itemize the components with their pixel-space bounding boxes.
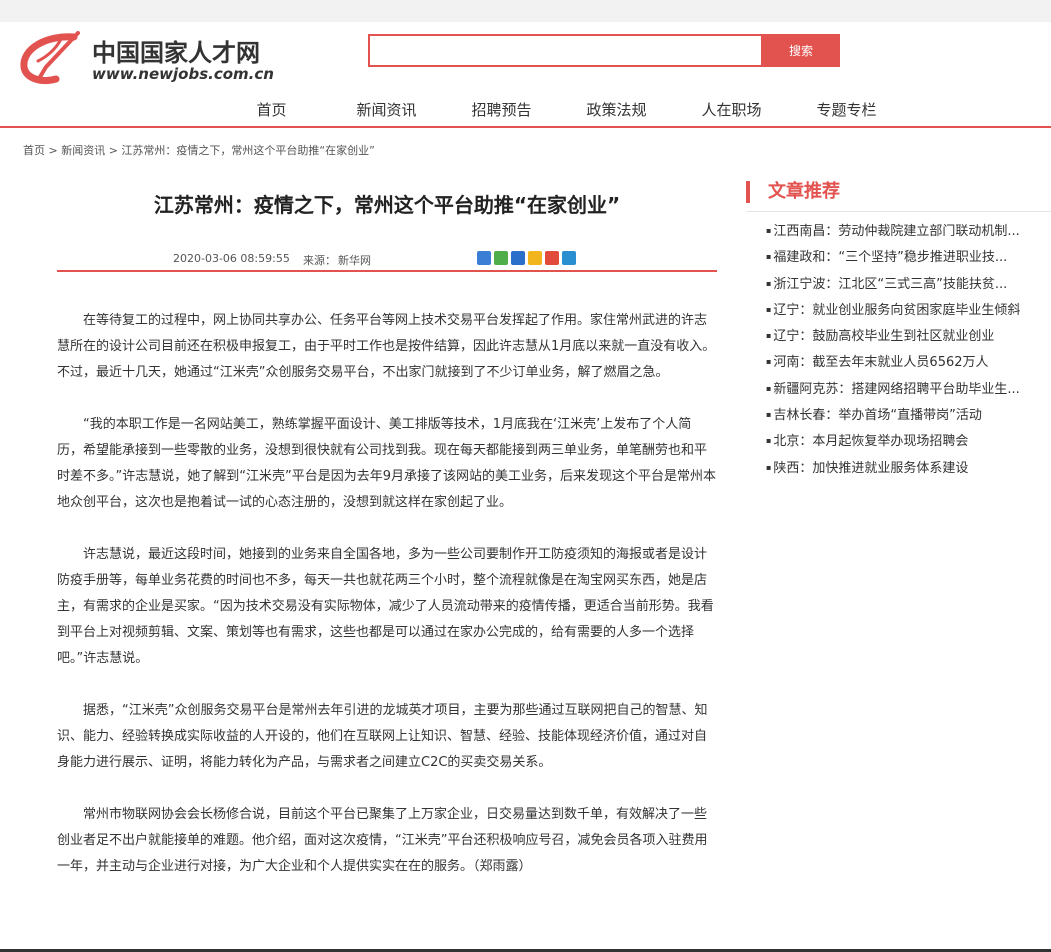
recommended-link[interactable]: 陕西：加快推进就业服务体系建设 [766,455,1031,481]
nav-divider [0,126,1051,128]
nav-item-home[interactable]: 首页 [214,96,329,124]
breadcrumb[interactable]: 首页 > 新闻资讯 > 江苏常州：疫情之下，常州这个平台助推“在家创业” [23,142,375,158]
article-paragraph: 在等待复工的过程中，网上协同共享办公、任务平台等网上技术交易平台发挥起了作用。家… [57,313,716,380]
article-paragraph: 据悉，“江米壳”众创服务交易平台是常州去年引进的龙城英才项目，主要为那些通过互联… [57,703,708,770]
recommended-list: 江西南昌：劳动仲裁院建立部门联动机制... 福建政和：“三个坚持”稳步推进职业技… [766,218,1031,481]
nav-item-news[interactable]: 新闻资讯 [329,96,444,124]
recommended-link[interactable]: 福建政和：“三个坚持”稳步推进职业技... [766,244,1031,270]
logo-url: www.newjobs.com.cn [92,65,274,83]
recommended-link[interactable]: 辽宁：就业创业服务向贫困家庭毕业生倾斜 [766,297,1031,323]
article-divider [57,270,717,272]
site-logo[interactable]: 中国国家人才网 www.newjobs.com.cn [16,27,286,87]
recommended-link[interactable]: 新疆阿克苏：搭建网络招聘平台助毕业生... [766,376,1031,402]
share-qzone-icon[interactable] [528,251,542,265]
search-input[interactable] [368,34,763,67]
source-label: 来源： [303,254,336,267]
logo-swoosh-icon [20,31,80,84]
sidebar-accent-bar [746,181,750,203]
search-button[interactable]: 搜索 [762,34,840,67]
share-more-icon[interactable] [477,251,491,265]
share-buttons [477,251,576,265]
publish-date: 2020-03-06 08:59:55 [173,252,290,265]
recommended-link[interactable]: 江西南昌：劳动仲裁院建立部门联动机制... [766,218,1031,244]
search-bar: 搜索 [368,34,840,67]
article-title: 江苏常州：疫情之下，常州这个平台助推“在家创业” [153,193,621,217]
recommended-link[interactable]: 辽宁：鼓励高校毕业生到社区就业创业 [766,323,1031,349]
nav-item-workplace[interactable]: 人在职场 [674,96,789,124]
top-strip [0,0,1051,22]
share-renren-icon[interactable] [511,251,525,265]
main-nav: 首页 新闻资讯 招聘预告 政策法规 人在职场 专题专栏 [214,96,904,124]
recommended-link[interactable]: 河南：截至去年末就业人员6562万人 [766,349,1031,375]
recommended-sidebar: 文章推荐 江西南昌：劳动仲裁院建立部门联动机制... 福建政和：“三个坚持”稳步… [746,180,1051,476]
article-paragraph: 许志慧说，最近这段时间，她接到的业务来自全国各地，多为一些公司要制作开工防疫须知… [57,547,714,666]
nav-item-recruitment[interactable]: 招聘预告 [444,96,559,124]
logo-title: 中国国家人才网 [92,39,260,67]
recommended-link[interactable]: 浙江宁波：江北区“三式三高”技能扶贫... [766,271,1031,297]
nav-item-topics[interactable]: 专题专栏 [789,96,904,124]
sidebar-title: 文章推荐 [768,181,840,202]
source-name: 新华网 [338,254,371,267]
sidebar-header: 文章推荐 [746,180,1051,204]
nav-item-policy[interactable]: 政策法规 [559,96,674,124]
recommended-link[interactable]: 吉林长春：举办首场“直播带岗”活动 [766,402,1031,428]
share-tencent-icon[interactable] [562,251,576,265]
article-paragraph: “我的本职工作是一名网站美工，熟练掌握平面设计、美工排版等技术，1月底我在‘江米… [57,417,716,510]
article-body: 在等待复工的过程中，网上协同共享办公、任务平台等网上技术交易平台发挥起了作用。家… [57,308,717,906]
article-header: 江苏常州：疫情之下，常州这个平台助推“在家创业” 2020-03-06 08:5… [57,190,717,274]
recommended-link[interactable]: 北京：本月起恢复举办现场招聘会 [766,428,1031,454]
article-paragraph: 常州市物联网协会会长杨修合说，目前这个平台已聚集了上万家企业，日交易量达到数千单… [57,807,708,874]
share-weibo-icon[interactable] [545,251,559,265]
sidebar-divider [746,211,1051,212]
share-wechat-icon[interactable] [494,251,508,265]
